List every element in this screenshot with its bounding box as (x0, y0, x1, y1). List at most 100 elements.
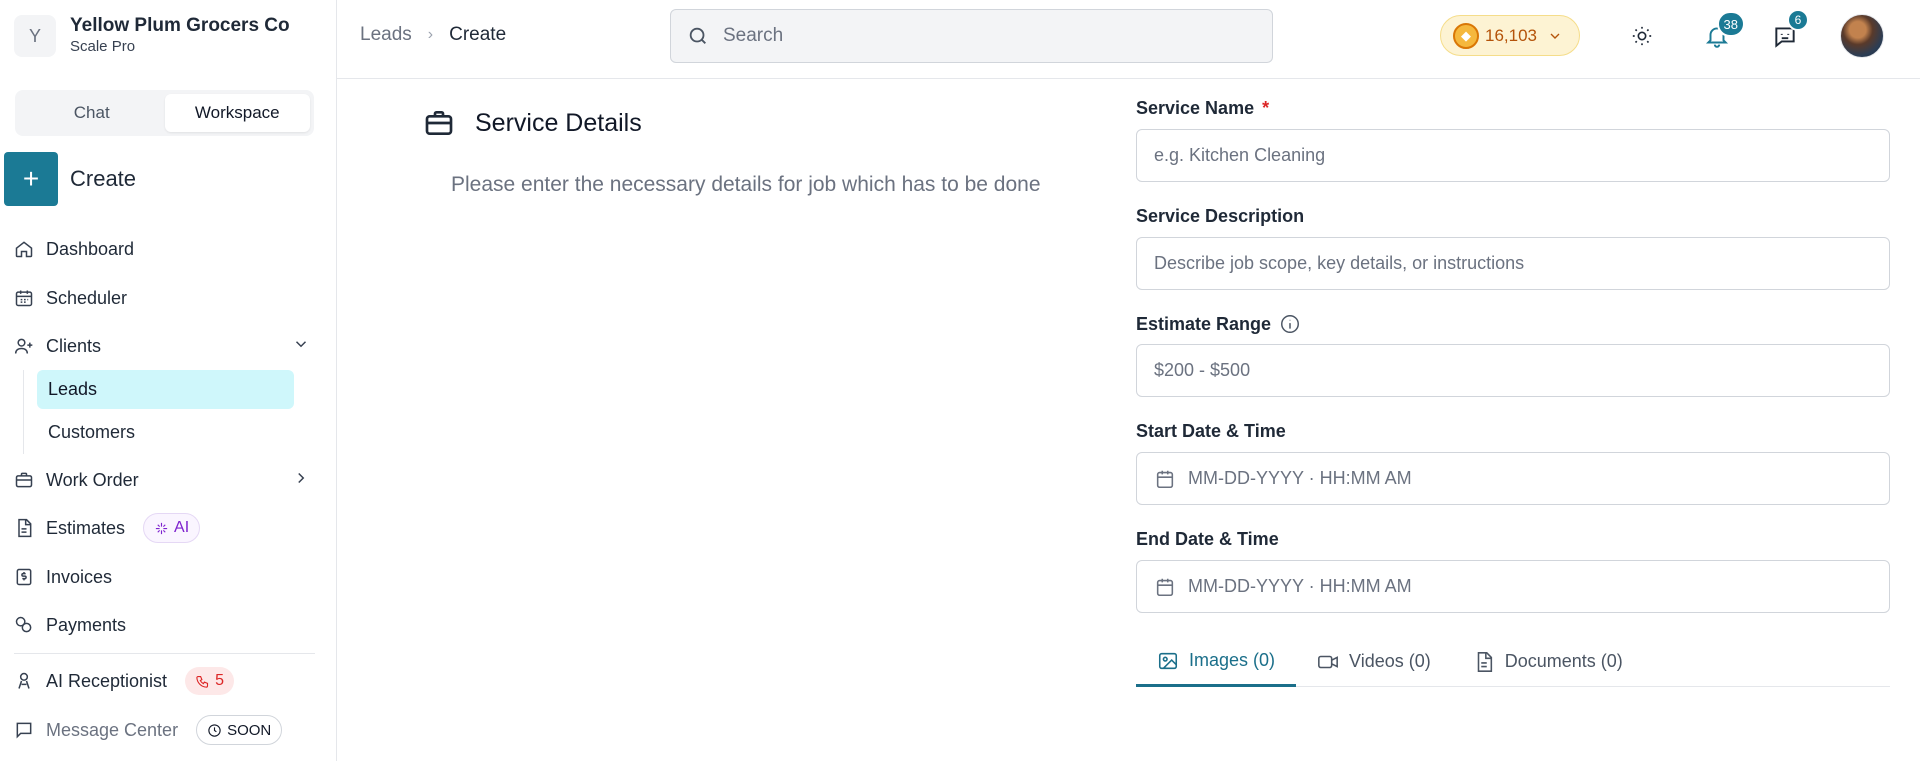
credits-value: 16,103 (1485, 25, 1537, 45)
tab-images-label: Images (0) (1189, 650, 1276, 670)
message-count-badge: 6 (1787, 9, 1809, 31)
sidebar-item-label: Scheduler (46, 287, 128, 308)
search-input[interactable] (723, 25, 1223, 47)
end-date-field[interactable] (1136, 560, 1890, 613)
call-count-badge: 5 (185, 667, 234, 695)
sidebar-item-customers[interactable]: Customers (37, 413, 294, 452)
media-tabs: Images (0) Videos (0) Documents (0) (1136, 637, 1890, 687)
estimate-range-input[interactable] (1154, 360, 1889, 381)
breadcrumb-leads[interactable]: Leads (360, 24, 412, 46)
message-icon (16, 722, 32, 739)
service-description-label-text: Service Description (1136, 206, 1305, 226)
breadcrumb-current: Create (449, 24, 507, 45)
sidebar-item-payments[interactable]: Payments (14, 610, 126, 640)
sun-icon (1632, 26, 1652, 46)
service-description-field[interactable] (1136, 237, 1890, 290)
tab-documents[interactable]: Documents (0) (1452, 637, 1644, 686)
start-date-input[interactable] (1188, 468, 1889, 489)
create-row[interactable]: + Create (4, 152, 136, 206)
service-name-input[interactable] (1154, 145, 1889, 166)
coin-icon: ◆ (1453, 22, 1479, 49)
document-icon (18, 518, 32, 538)
tab-videos[interactable]: Videos (0) (1296, 637, 1452, 686)
sidebar-item-message-center[interactable]: Message Center SOON (14, 715, 283, 745)
tab-images[interactable]: Images (0) (1136, 637, 1297, 687)
home-icon (15, 241, 33, 258)
soon-label: SOON (227, 721, 272, 739)
soon-badge: SOON (196, 715, 283, 745)
chevron-down-icon (1550, 33, 1560, 39)
chat-tab[interactable]: Chat (19, 94, 165, 132)
service-name-field[interactable] (1136, 129, 1890, 182)
chevron-down-icon[interactable] (292, 335, 310, 358)
ai-badge-label: AI (174, 519, 190, 536)
sidebar-item-dashboard[interactable]: Dashboard (14, 234, 134, 264)
estimate-range-field[interactable] (1136, 344, 1890, 397)
sidebar-item-work-order[interactable]: Work Order (14, 465, 314, 495)
search-box[interactable] (670, 9, 1273, 63)
calendar-icon (15, 290, 33, 307)
section-description: Please enter the necessary details for j… (451, 173, 1041, 196)
required-mark: * (1262, 98, 1270, 118)
invoice-icon (16, 568, 32, 586)
sidebar-item-label: Payments (46, 614, 127, 635)
mode-toggle: Chat Workspace (15, 90, 314, 136)
call-count: 5 (215, 672, 224, 689)
theme-toggle-button[interactable] (1624, 18, 1660, 54)
calendar-icon (1156, 470, 1174, 488)
sidebar-item-label: AI Receptionist (46, 670, 168, 691)
section-title: Service Details (475, 108, 642, 137)
org-name: Yellow Plum Grocers Co (70, 15, 290, 36)
service-description-input[interactable] (1154, 253, 1889, 274)
info-icon[interactable] (1279, 313, 1301, 335)
image-icon (1158, 652, 1178, 669)
sidebar-item-clients[interactable]: Clients (14, 331, 314, 361)
clock-icon (208, 723, 221, 737)
sidebar-item-leads[interactable]: Leads (37, 370, 294, 409)
start-date-label-text: Start Date & Time (1136, 421, 1286, 441)
sidebar-item-invoices[interactable]: Invoices (14, 562, 112, 592)
service-name-label: Service Name * (1136, 98, 1269, 119)
subnav-line (23, 370, 24, 454)
video-icon (1318, 655, 1338, 668)
tab-videos-label: Videos (0) (1349, 651, 1431, 671)
phone-icon (196, 675, 209, 688)
sidebar-item-estimates[interactable]: Estimates AI (14, 513, 201, 543)
messages-button[interactable]: 6 (1767, 9, 1809, 54)
coins-icon (15, 616, 32, 633)
sparkle-icon (155, 522, 168, 534)
sidebar-item-label: Estimates (46, 517, 126, 538)
sidebar-item-label: Clients (46, 335, 102, 356)
top-bar: Leads › Create ◆ 16,103 38 6 (337, 0, 1920, 79)
user-avatar[interactable] (1840, 14, 1884, 58)
workspace-tab[interactable]: Workspace (164, 94, 310, 132)
sidebar-item-scheduler[interactable]: Scheduler (14, 283, 127, 313)
section-header: Service Details (423, 107, 642, 139)
sidebar-item-ai-receptionist[interactable]: AI Receptionist 5 (14, 666, 234, 696)
start-date-field[interactable] (1136, 452, 1890, 505)
org-plan: Scale Pro (70, 38, 136, 55)
breadcrumb: Leads › Create (360, 24, 506, 46)
user-plus-icon (14, 338, 33, 354)
sidebar-item-label: Work Order (46, 469, 139, 490)
receptionist-icon (18, 672, 30, 689)
service-description-label: Service Description (1136, 206, 1304, 227)
sidebar-item-label: Invoices (46, 566, 113, 587)
org-avatar: Y (14, 15, 56, 57)
chevron-right-icon: › (427, 26, 434, 43)
estimate-range-label: Estimate Range (1136, 313, 1301, 335)
chevron-right-icon[interactable] (292, 469, 310, 492)
end-date-label: End Date & Time (1136, 529, 1279, 550)
start-date-label: Start Date & Time (1136, 421, 1286, 442)
create-button[interactable]: + (4, 152, 58, 206)
briefcase-icon (15, 472, 33, 488)
end-date-input[interactable] (1188, 576, 1889, 597)
org-switcher[interactable]: Y Yellow Plum Grocers Co Scale Pro (14, 14, 290, 58)
end-date-label-text: End Date & Time (1136, 529, 1279, 549)
calendar-icon (1156, 578, 1174, 596)
credits-dropdown[interactable]: ◆ 16,103 (1440, 15, 1580, 56)
tab-documents-label: Documents (0) (1504, 651, 1623, 671)
estimate-range-label-text: Estimate Range (1136, 313, 1272, 334)
notifications-button[interactable]: 38 (1699, 11, 1745, 54)
document-icon (1477, 651, 1492, 672)
